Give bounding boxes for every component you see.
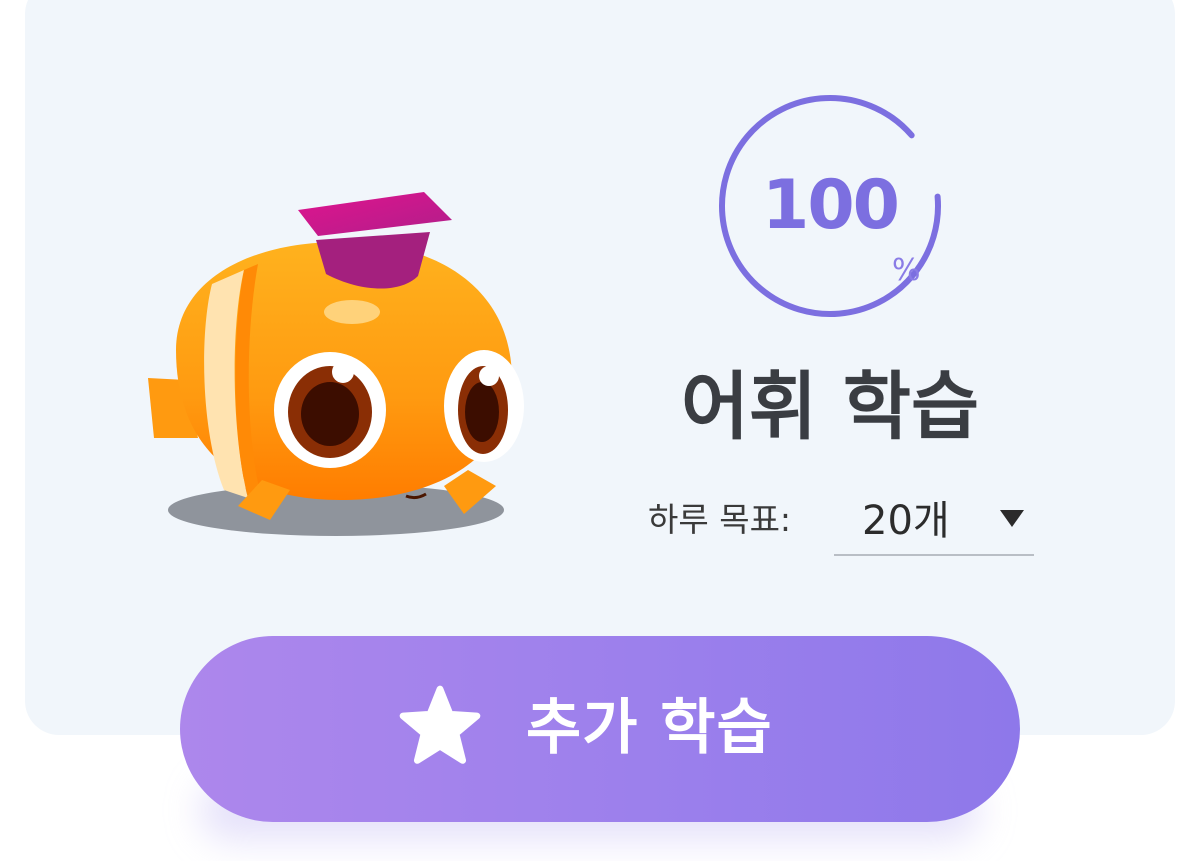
caret-down-icon [1000,510,1024,527]
study-title: 어휘 학습 [680,364,980,450]
daily-goal-value: 20개 [862,498,950,544]
extra-study-label: 추가 학습 [526,693,773,763]
star-icon [399,685,481,764]
daily-goal-select[interactable]: 20개 [834,488,1034,556]
progress-value: 100 [762,166,900,245]
progress-unit: % [892,253,921,288]
extra-study-button[interactable]: 추가 학습 [180,636,1020,822]
daily-goal-label: 하루 목표: [648,500,792,539]
fish-mascot-icon [148,192,524,536]
